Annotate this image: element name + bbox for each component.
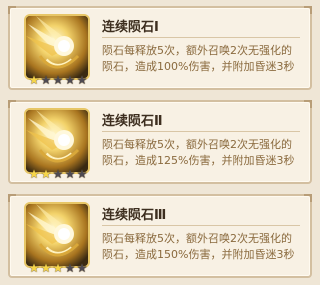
skill-description: 陨石每释放5次，额外召唤2次无强化的陨石，造成125%伤害，并附加昏迷3秒 bbox=[102, 138, 295, 167]
star-icon: ★ bbox=[52, 167, 64, 181]
star-icon: ★ bbox=[40, 73, 52, 87]
skill-star-rating: ★ ★ ★ ★ ★ bbox=[28, 262, 88, 276]
skill-description: 陨石每释放5次，额外召唤2次无强化的陨石，造成150%伤害，并附加昏迷3秒 bbox=[102, 232, 295, 261]
skill-star-rating: ★ ★ ★ ★ ★ bbox=[28, 168, 88, 182]
skill-card-3[interactable]: ★ ★ ★ ★ ★ 连续陨石Ⅲ 陨石每释放5次，额外召唤2次无强化的陨石，造成1… bbox=[8, 194, 312, 278]
star-icon: ★ bbox=[64, 261, 76, 275]
star-icon: ★ bbox=[40, 167, 52, 181]
star-icon: ★ bbox=[40, 261, 52, 275]
meteor-skill-icon bbox=[24, 108, 90, 174]
star-icon: ★ bbox=[76, 73, 88, 87]
skill-card-1[interactable]: ★ ★ ★ ★ ★ 连续陨石Ⅰ 陨石每释放5次，额外召唤2次无强化的陨石，造成1… bbox=[8, 6, 312, 90]
star-icon: ★ bbox=[76, 167, 88, 181]
skill-icon-container: ★ ★ ★ ★ ★ bbox=[24, 14, 92, 86]
star-icon: ★ bbox=[28, 261, 40, 275]
meteor-skill-icon bbox=[24, 14, 90, 80]
star-icon: ★ bbox=[64, 167, 76, 181]
skill-star-rating: ★ ★ ★ ★ ★ bbox=[28, 74, 88, 88]
star-icon: ★ bbox=[52, 261, 64, 275]
star-icon: ★ bbox=[64, 73, 76, 87]
divider bbox=[102, 37, 300, 38]
skill-description: 陨石每释放5次，额外召唤2次无强化的陨石，造成100%伤害，并附加昏迷3秒 bbox=[102, 44, 295, 73]
skill-title: 连续陨石Ⅲ bbox=[102, 208, 167, 223]
skill-title: 连续陨石Ⅰ bbox=[102, 20, 159, 35]
star-icon: ★ bbox=[28, 73, 40, 87]
skill-title: 连续陨石Ⅱ bbox=[102, 114, 163, 129]
star-icon: ★ bbox=[52, 73, 64, 87]
star-icon: ★ bbox=[28, 167, 40, 181]
skill-icon-container: ★ ★ ★ ★ ★ bbox=[24, 108, 92, 180]
divider bbox=[102, 225, 300, 226]
skill-icon-container: ★ ★ ★ ★ ★ bbox=[24, 202, 92, 274]
star-icon: ★ bbox=[76, 261, 88, 275]
divider bbox=[102, 131, 300, 132]
meteor-skill-icon bbox=[24, 202, 90, 268]
skill-card-2[interactable]: ★ ★ ★ ★ ★ 连续陨石Ⅱ 陨石每释放5次，额外召唤2次无强化的陨石，造成1… bbox=[8, 100, 312, 184]
